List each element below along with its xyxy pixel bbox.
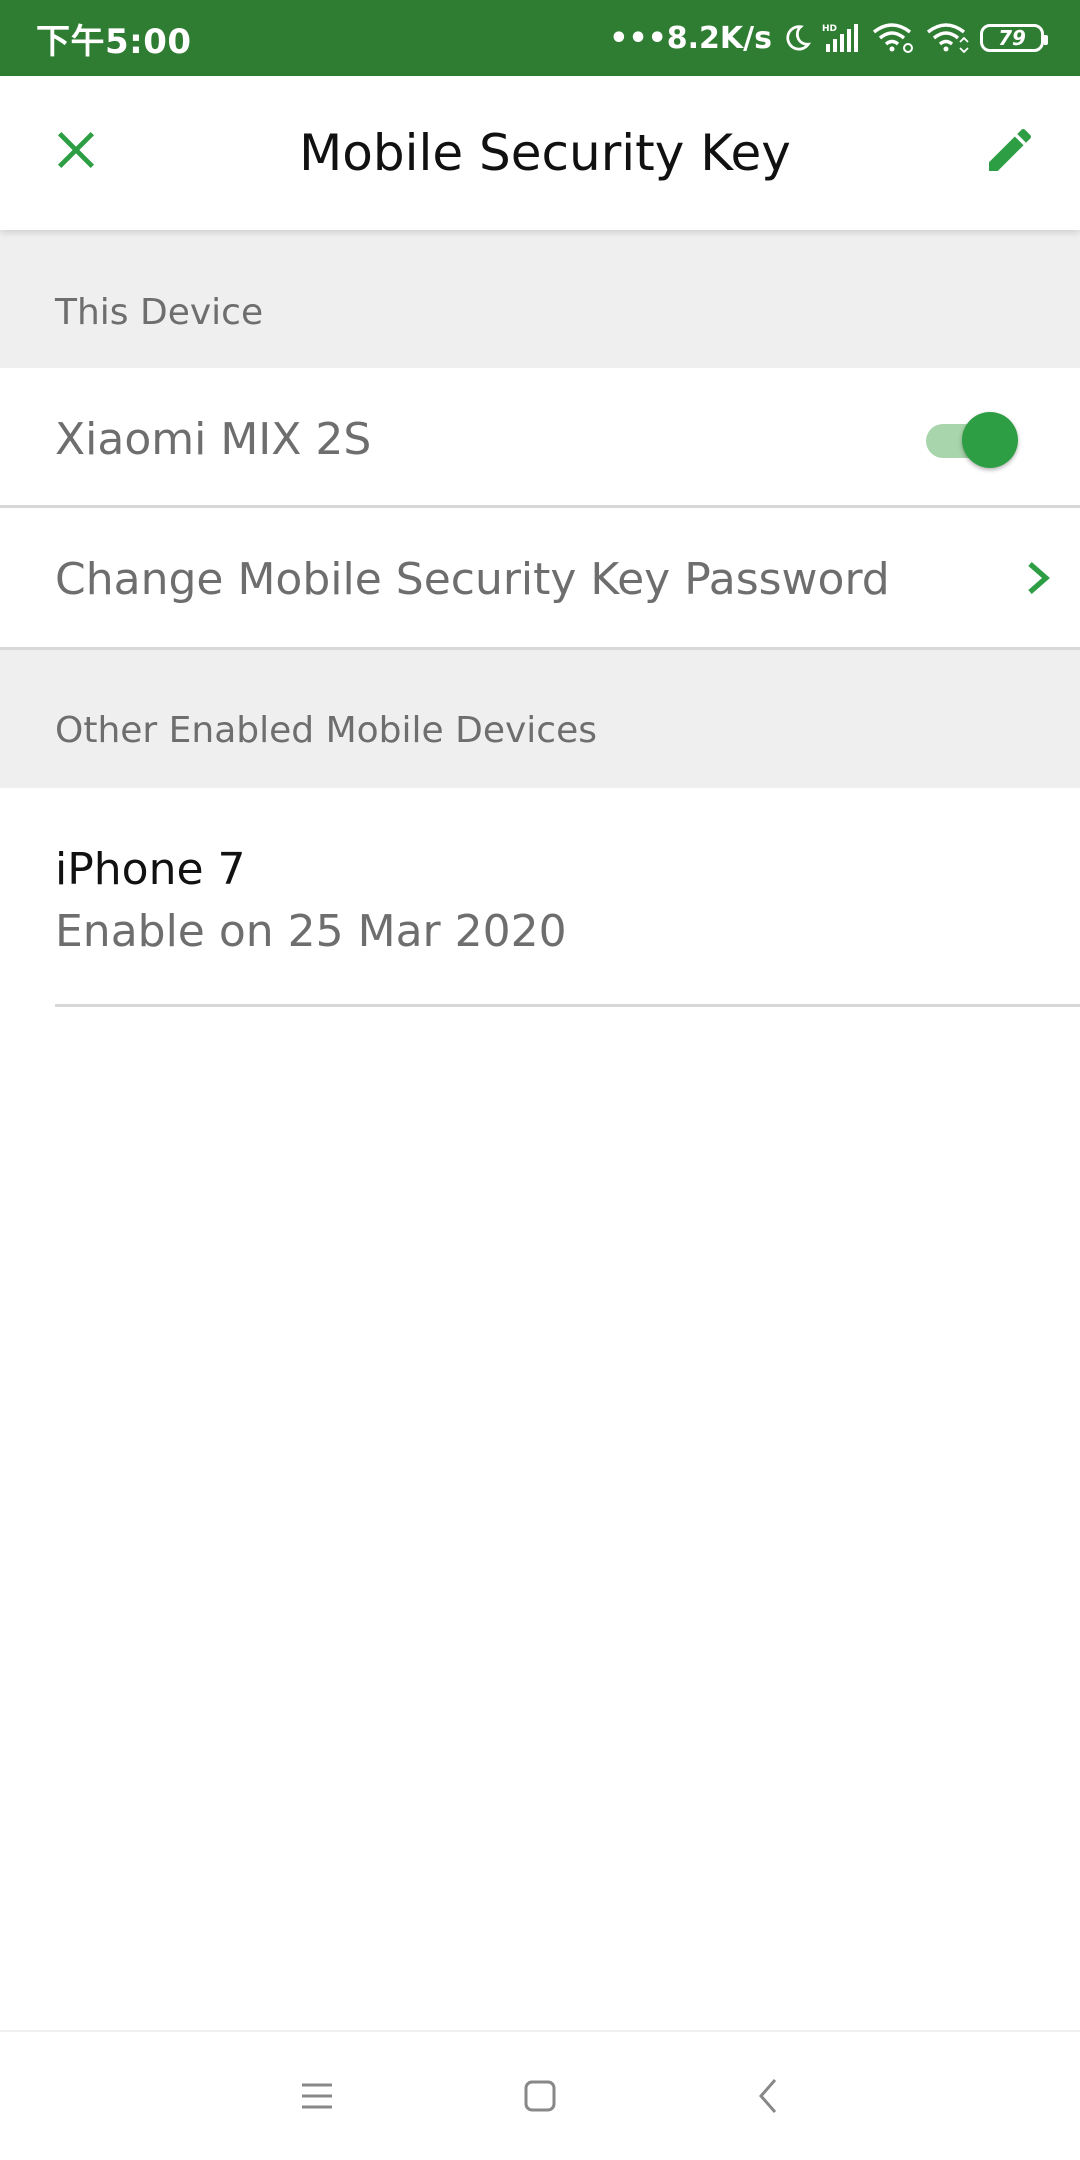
battery-level: 79	[998, 26, 1026, 50]
moon-icon	[782, 23, 812, 53]
screen: 下午5:00 •••8.2K/s HD 79 Mobile Security K…	[0, 0, 1080, 2160]
device-toggle-switch[interactable]	[926, 410, 1018, 468]
home-button[interactable]	[510, 2068, 570, 2128]
battery-icon: 79	[980, 24, 1048, 52]
section-header-this-device: This Device	[0, 230, 1080, 368]
back-button[interactable]	[738, 2068, 798, 2128]
system-nav-bar	[0, 2030, 1080, 2160]
hd-signal-icon: HD	[822, 22, 862, 54]
other-device-name: iPhone 7	[55, 844, 246, 895]
network-speed: •••8.2K/s	[609, 20, 772, 56]
status-icons: •••8.2K/s HD 79	[609, 20, 1048, 56]
list-item[interactable]: iPhone 7 Enable on 25 Mar 2020	[0, 788, 1080, 1008]
change-password-row[interactable]: Change Mobile Security Key Password	[0, 508, 1080, 650]
divider	[55, 1004, 1080, 1007]
other-device-enabled-date: Enable on 25 Mar 2020	[55, 906, 567, 957]
svg-text:HD: HD	[822, 24, 837, 34]
chevron-right-icon	[1018, 558, 1058, 598]
page-title: Mobile Security Key	[299, 124, 791, 182]
wifi-calling-icon	[872, 22, 916, 54]
status-time: 下午5:00	[36, 21, 192, 62]
status-bar: 下午5:00 •••8.2K/s HD 79	[0, 0, 1080, 76]
home-icon	[523, 2079, 557, 2117]
toggle-thumb	[962, 412, 1018, 468]
app-bar: Mobile Security Key	[0, 76, 1080, 230]
menu-button[interactable]	[287, 2068, 347, 2128]
edit-button[interactable]	[970, 112, 1050, 192]
back-icon	[755, 2077, 781, 2119]
section-header-other-devices: Other Enabled Mobile Devices	[0, 650, 1080, 788]
section-title: This Device	[55, 292, 264, 333]
change-password-label: Change Mobile Security Key Password	[55, 554, 890, 605]
wifi-icon	[926, 22, 970, 54]
menu-icon	[300, 2081, 334, 2115]
this-device-row: Xiaomi MIX 2S	[0, 368, 1080, 508]
pencil-icon	[982, 122, 1038, 182]
device-name: Xiaomi MIX 2S	[55, 414, 372, 465]
section-title: Other Enabled Mobile Devices	[55, 710, 597, 751]
